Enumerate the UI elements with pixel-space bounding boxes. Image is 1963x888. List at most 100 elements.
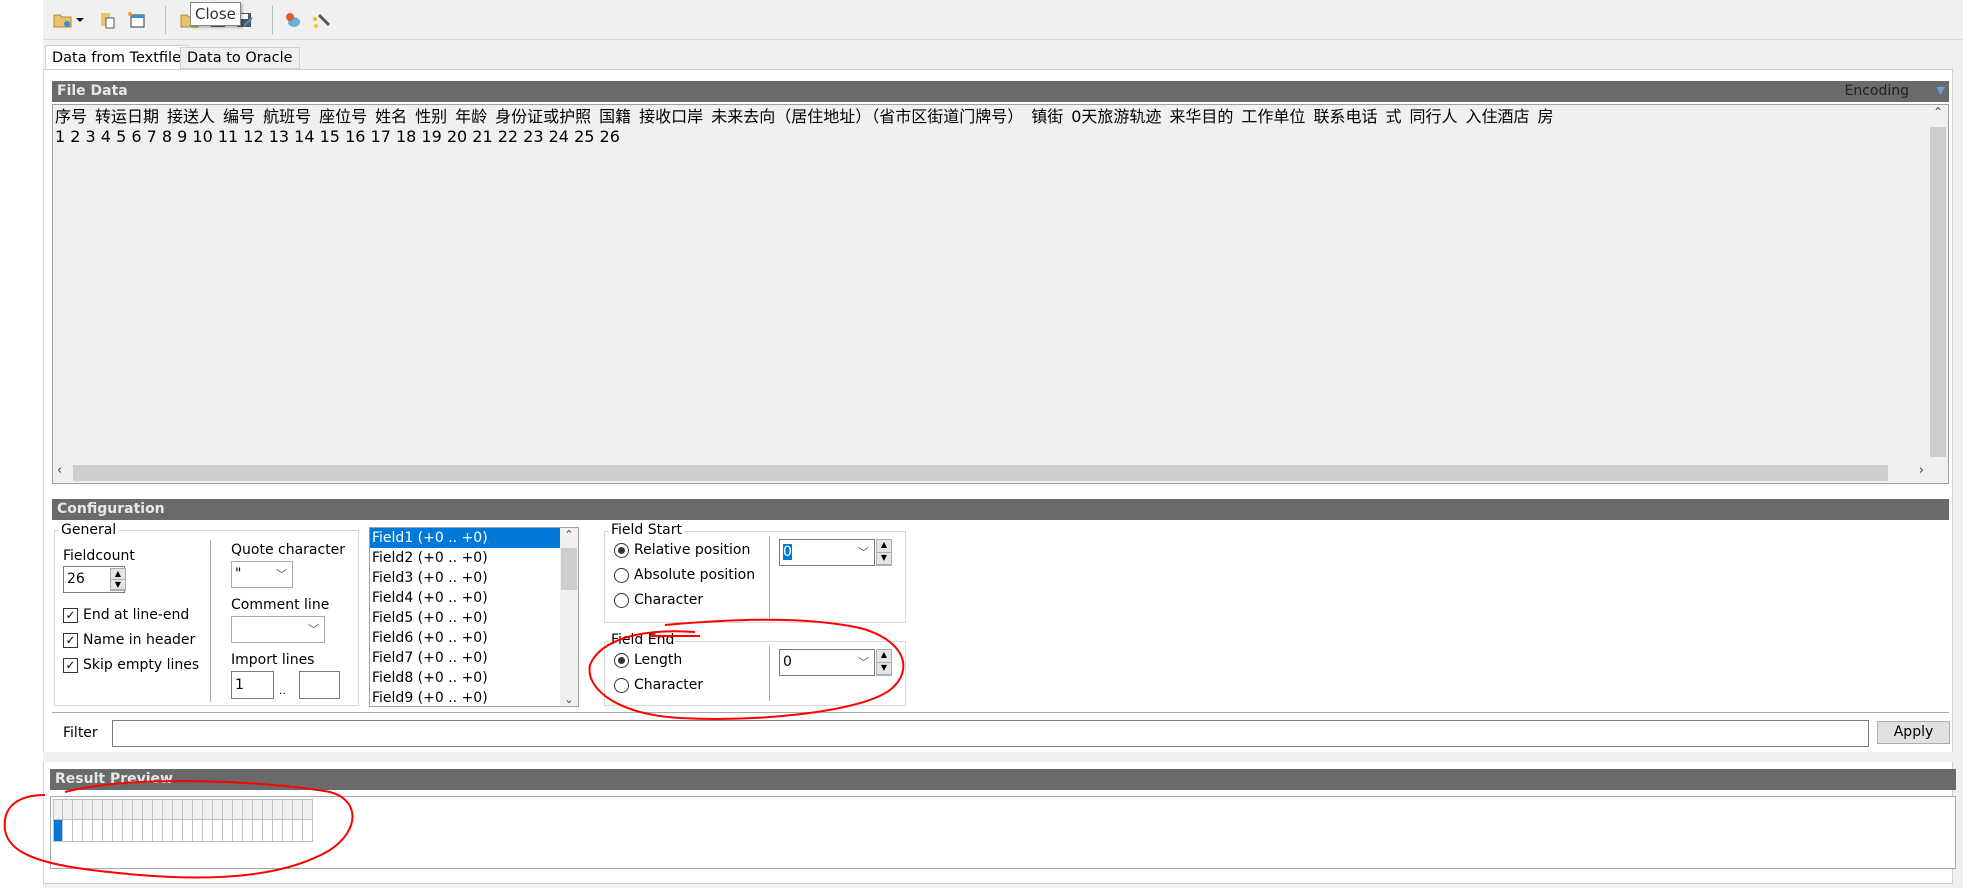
scroll-up-icon[interactable]: ⌃ — [1928, 105, 1948, 119]
preview-cell[interactable] — [63, 820, 73, 842]
encoding-dropdown-icon[interactable]: ▼ — [1937, 81, 1945, 101]
field-list-scrollbar[interactable]: ⌃ ⌄ — [560, 528, 578, 706]
preview-cell[interactable] — [103, 820, 113, 842]
scroll-up-icon[interactable]: ⌃ — [560, 528, 578, 541]
database-icon[interactable] — [283, 11, 303, 29]
preview-cell[interactable] — [143, 820, 153, 842]
preview-cell[interactable] — [303, 820, 313, 842]
end-character-radio[interactable] — [614, 678, 629, 693]
comment-line-select[interactable]: ﹀ — [231, 616, 325, 643]
field-list[interactable]: Field1 (+0 .. +0) Field2 (+0 .. +0) Field3… — [369, 527, 579, 707]
preview-column-header[interactable] — [183, 799, 193, 820]
preview-column-header[interactable] — [243, 799, 253, 820]
encoding-label[interactable]: Encoding — [1844, 81, 1909, 101]
preview-cell[interactable] — [133, 820, 143, 842]
dropdown-arrow-icon[interactable] — [75, 11, 85, 29]
preview-column-header[interactable] — [113, 799, 123, 820]
preview-cell[interactable] — [233, 820, 243, 842]
field-list-item[interactable]: Field5 (+0 .. +0) — [370, 608, 578, 628]
scroll-thumb[interactable] — [1930, 127, 1946, 457]
preview-column-header[interactable] — [233, 799, 243, 820]
field-list-item[interactable]: Field6 (+0 .. +0) — [370, 628, 578, 648]
preview-cell[interactable] — [273, 820, 283, 842]
field-list-item[interactable]: Field1 (+0 .. +0) — [370, 528, 560, 548]
fieldcount-spinner[interactable]: ▲ ▼ — [110, 568, 126, 591]
vertical-scrollbar[interactable]: ⌃ — [1928, 105, 1948, 463]
scroll-right-icon[interactable]: › — [1919, 463, 1924, 478]
preview-column-header[interactable] — [193, 799, 203, 820]
field-start-spinner[interactable]: ▲ ▼ — [876, 539, 892, 566]
preview-cell[interactable] — [253, 820, 263, 842]
length-radio[interactable] — [614, 653, 629, 668]
preview-column-header[interactable] — [223, 799, 233, 820]
preview-column-header[interactable] — [63, 799, 73, 820]
filter-input[interactable] — [112, 720, 1869, 747]
quote-character-select[interactable]: " ﹀ — [231, 561, 293, 588]
field-list-item[interactable]: Field8 (+0 .. +0) — [370, 668, 578, 688]
wand-icon[interactable] — [311, 11, 331, 29]
preview-cell[interactable] — [93, 820, 103, 842]
end-at-line-end-checkbox[interactable]: ✓ — [63, 608, 78, 623]
scroll-left-icon[interactable]: ‹ — [57, 463, 62, 478]
preview-cell[interactable] — [213, 820, 223, 842]
paste-icon[interactable] — [98, 11, 118, 29]
preview-column-header[interactable] — [163, 799, 173, 820]
absolute-position-radio[interactable] — [614, 568, 629, 583]
preview-column-header[interactable] — [103, 799, 113, 820]
import-to-input[interactable] — [299, 671, 340, 699]
field-list-item[interactable]: Field2 (+0 .. +0) — [370, 548, 578, 568]
file-data-textarea[interactable]: 序号 转运日期 接送人 编号 航班号 座位号 姓名 性别 年龄 身份证或护照 国籍 接收口岸 未来去向（… — [52, 104, 1949, 484]
preview-column-header[interactable] — [203, 799, 213, 820]
preview-column-header[interactable] — [213, 799, 223, 820]
preview-column-header[interactable] — [273, 799, 283, 820]
preview-cell[interactable] — [163, 820, 173, 842]
field-list-item[interactable]: Field3 (+0 .. +0) — [370, 568, 578, 588]
preview-cell[interactable] — [53, 820, 63, 842]
preview-cell[interactable] — [73, 820, 83, 842]
preview-column-header[interactable] — [133, 799, 143, 820]
tab-data-from-textfile[interactable]: Data from Textfile — [45, 45, 188, 70]
preview-cell[interactable] — [293, 820, 303, 842]
preview-column-header[interactable] — [123, 799, 133, 820]
tab-data-to-oracle[interactable]: Data to Oracle — [180, 47, 300, 69]
preview-cell[interactable] — [263, 820, 273, 842]
field-list-item[interactable]: Field7 (+0 .. +0) — [370, 648, 578, 668]
preview-column-header[interactable] — [73, 799, 83, 820]
preview-column-header[interactable] — [93, 799, 103, 820]
scroll-down-icon[interactable]: ⌄ — [560, 693, 578, 706]
import-from-input[interactable]: 1 — [231, 671, 274, 699]
field-list-item[interactable]: Field9 (+0 .. +0) — [370, 688, 578, 706]
new-window-icon[interactable] — [126, 11, 146, 29]
apply-button[interactable]: Apply — [1877, 721, 1950, 744]
preview-column-header[interactable] — [303, 799, 313, 820]
preview-cell[interactable] — [153, 820, 163, 842]
preview-cell[interactable] — [173, 820, 183, 842]
hscroll-thumb[interactable] — [73, 465, 1888, 481]
field-end-spinner[interactable]: ▲ ▼ — [876, 649, 892, 676]
field-list-item[interactable]: Field4 (+0 .. +0) — [370, 588, 578, 608]
preview-cell[interactable] — [203, 820, 213, 842]
preview-cell[interactable] — [243, 820, 253, 842]
field-start-input[interactable]: 0 ﹀ — [779, 539, 875, 566]
skip-empty-lines-checkbox[interactable]: ✓ — [63, 658, 78, 673]
field-end-input[interactable]: 0 ﹀ — [779, 649, 875, 676]
preview-column-header[interactable] — [293, 799, 303, 820]
preview-column-header[interactable] — [263, 799, 273, 820]
preview-column-header[interactable] — [153, 799, 163, 820]
start-character-radio[interactable] — [614, 593, 629, 608]
name-in-header-checkbox[interactable]: ✓ — [63, 633, 78, 648]
preview-column-header[interactable] — [253, 799, 263, 820]
preview-cell[interactable] — [193, 820, 203, 842]
scroll-thumb[interactable] — [561, 548, 577, 590]
result-preview-grid[interactable] — [50, 796, 1956, 869]
preview-cell[interactable] — [223, 820, 233, 842]
preview-cell[interactable] — [283, 820, 293, 842]
preview-column-header[interactable] — [143, 799, 153, 820]
preview-cell[interactable] — [113, 820, 123, 842]
preview-column-header[interactable] — [173, 799, 183, 820]
relative-position-radio[interactable] — [614, 543, 629, 558]
horizontal-scrollbar[interactable]: ‹ › — [53, 463, 1928, 483]
preview-column-header[interactable] — [53, 799, 63, 820]
preview-column-header[interactable] — [283, 799, 293, 820]
preview-column-header[interactable] — [83, 799, 93, 820]
